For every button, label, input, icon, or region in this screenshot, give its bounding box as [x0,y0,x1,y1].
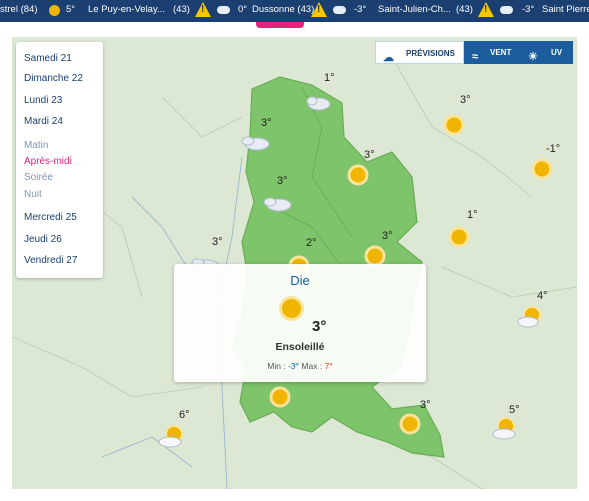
cloud-icon [241,136,270,151]
popup-condition: Ensoleillé [275,341,325,353]
cloud-icon [500,6,513,14]
warning-icon [195,2,211,17]
day-selector: Samedi 21 Dimanche 22 Lundi 23 Mardi 24 … [16,42,103,278]
tab-uv[interactable]: ☀ UV [518,41,573,64]
ticker-city[interactable]: Saint Pierre de [542,4,589,15]
alerts-ticker: strel (84) 5° Le Puy-en-Velay... (43) 0°… [0,0,589,22]
sun-icon [448,226,470,248]
popup-city-name[interactable]: Die [174,273,426,288]
max-temp: 7° [324,361,333,371]
partly-cloudy-icon [492,417,516,440]
marker-temp: 5° [509,404,520,416]
tab-vent[interactable]: ≈ VENT [464,41,518,64]
city-popup[interactable]: Die 3° Ensoleillé Min : -3° Max : 7° [174,264,426,382]
sun-icon [49,5,60,16]
marker-15[interactable]: 5° [488,404,522,442]
sun-icon [347,164,369,186]
marker-13[interactable]: 6° [154,409,190,450]
cloud-icon [333,6,346,14]
layer-tabs: ☁ PRÉVISIONS ≈ VENT ☀ UV [375,41,573,64]
period-item[interactable]: Nuit [24,189,42,200]
sun-icon [269,386,291,408]
marker-temp: 2° [306,237,317,249]
marker-5[interactable]: -1° [530,143,560,181]
marker-12[interactable]: 4° [268,372,296,409]
ticker-temp: 0° [238,4,248,15]
marker-temp: 1° [324,72,335,84]
ticker-text: strel (84) [0,4,38,15]
partly-cloudy-icon [158,425,183,448]
tab-label: UV [551,48,563,57]
day-item[interactable]: Vendredi 27 [24,255,77,266]
marker-6[interactable]: 3° [259,175,292,223]
ticker-city[interactable]: Saint-Julien-Ch... [378,4,451,15]
marker-temp: 4° [537,290,548,302]
marker-3[interactable]: 3° [237,117,272,162]
marker-temp: -1° [546,143,561,155]
marker-temp: 1° [467,209,478,221]
active-tab-indicator [256,22,304,28]
marker-4[interactable]: 3° [346,149,375,187]
marker-temp: 3° [261,117,272,129]
day-item-selected[interactable]: Mardi 24 [24,116,63,127]
sun-icon [443,114,465,136]
cloud-icon [217,6,230,14]
cloud-sun-icon: ☁ [383,52,394,64]
tab-label: VENT [490,48,512,57]
period-item[interactable]: Soirée [24,172,53,183]
marker-temp: 6° [179,409,190,421]
tab-label: PRÉVISIONS [406,49,455,58]
popup-temperature: 3° [312,318,327,335]
sun-icon [399,413,421,435]
day-item[interactable]: Dimanche 22 [24,73,83,84]
marker-2[interactable]: 3° [442,94,471,137]
day-item[interactable]: Lundi 23 [24,95,62,106]
marker-temp: 3° [277,175,288,187]
cloud-icon [306,96,331,111]
marker-1[interactable]: 1° [302,72,335,122]
sun-icon [531,158,553,180]
tab-previsions[interactable]: ☁ PRÉVISIONS [375,41,464,64]
period-item[interactable]: Matin [24,140,48,151]
marker-temp: 3° [460,94,471,106]
day-item[interactable]: Mercredi 25 [24,212,77,223]
day-item[interactable]: Jeudi 26 [24,234,62,245]
max-label: Max : [299,361,325,371]
wind-icon: ≈ [472,51,479,63]
warning-icon [311,2,327,17]
cloud-icon [263,197,292,212]
ticker-dept: (43) [456,4,473,15]
ticker-temp: -3° [354,4,367,15]
marker-temp: 3° [364,149,375,161]
day-item[interactable]: Samedi 21 [24,53,72,64]
sun-icon [282,299,301,318]
min-label: Min : [267,361,289,371]
uv-sun-icon: ☀ [528,51,538,63]
ticker-temp: 5° [66,4,76,15]
period-item-selected[interactable]: Après-midi [24,156,72,167]
ticker-city[interactable]: Le Puy-en-Velay... [88,4,165,15]
min-temp: -3° [288,361,300,371]
ticker-dept: (43) [173,4,190,15]
marker-temp: 3° [382,230,393,242]
ticker-temp: -3° [522,4,535,15]
marker-11[interactable]: 4° [514,290,548,331]
marker-14[interactable]: 3° [398,399,431,436]
marker-temp: 3° [212,236,223,248]
marker-temp: 3° [420,399,431,411]
partly-cloudy-icon [517,306,541,328]
ticker-city[interactable]: Dussonne (43) [252,4,314,15]
marker-7[interactable]: 1° [447,209,478,249]
popup-min-max: Min : -3° Max : 7° [174,361,426,371]
warning-icon [478,2,494,17]
